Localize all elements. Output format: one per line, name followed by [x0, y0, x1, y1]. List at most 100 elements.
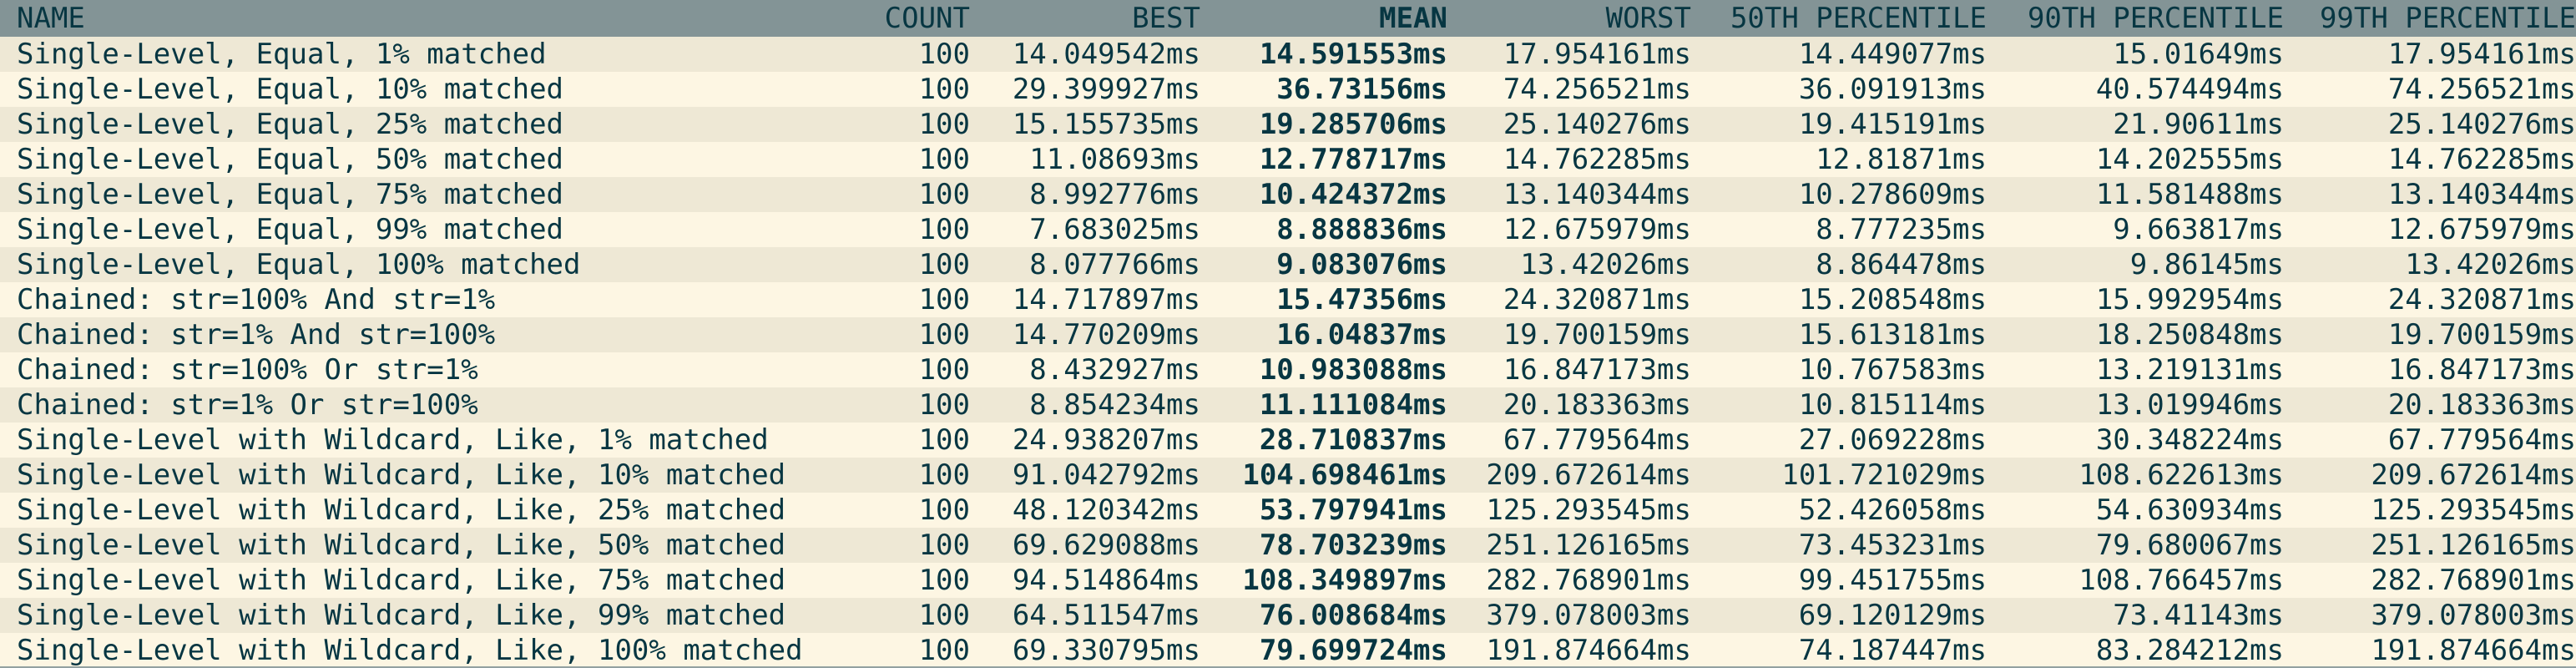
table-row[interactable]: Chained: str=1% And str=100% 100 14.770209… — [0, 317, 2576, 352]
cell-mean: 104.698461ms — [1242, 458, 1447, 492]
table-row[interactable]: Single-Level with Wildcard, Like, 1% mat… — [0, 423, 2576, 458]
cell-p90: 21.90611ms — [2113, 108, 2284, 141]
benchmark-results-table: NAME COUNT BEST MEAN WORST 50TH PERCENTI… — [0, 0, 2576, 668]
column-header-best[interactable]: BEST — [970, 0, 1200, 37]
cell-p99: 282.768901ms — [2371, 564, 2576, 597]
cell-p90: 40.574494ms — [2095, 73, 2284, 106]
cell-p50: 36.091913ms — [1798, 73, 1987, 106]
cell-count: 100 — [918, 388, 970, 422]
cell-name: Single-Level, Equal, 1% matched — [17, 38, 547, 71]
table-row[interactable]: Single-Level with Wildcard, Like, 50% ma… — [0, 528, 2576, 563]
table-row[interactable]: Single-Level, Equal, 50% matched 100 11.08… — [0, 142, 2576, 177]
cell-name: Single-Level, Equal, 50% matched — [17, 143, 564, 176]
cell-p90: 54.630934ms — [2095, 493, 2284, 527]
cell-count: 100 — [918, 599, 970, 632]
cell-worst: 67.779564ms — [1503, 423, 1691, 457]
cell-count: 100 — [918, 458, 970, 492]
cell-name: Chained: str=100% And str=1% — [17, 283, 496, 316]
cell-count: 100 — [918, 143, 970, 176]
cell-best: 8.992776ms — [1029, 178, 1200, 211]
cell-worst: 20.183363ms — [1503, 388, 1691, 422]
cell-name: Single-Level with Wildcard, Like, 1% mat… — [17, 423, 769, 457]
cell-best: 8.854234ms — [1029, 388, 1200, 422]
column-header-mean[interactable]: MEAN — [1200, 0, 1447, 37]
cell-best: 14.049542ms — [1012, 38, 1200, 71]
cell-p99: 16.847173ms — [2387, 353, 2576, 387]
cell-count: 100 — [918, 108, 970, 141]
cell-best: 24.938207ms — [1012, 423, 1200, 457]
cell-mean: 53.797941ms — [1259, 493, 1447, 527]
table-row[interactable]: Chained: str=100% Or str=1% 100 8.432927ms… — [0, 352, 2576, 387]
column-header-p99[interactable]: 99TH PERCENTILE — [2284, 0, 2576, 37]
cell-worst: 125.293545ms — [1486, 493, 1691, 527]
cell-p50: 73.453231ms — [1798, 529, 1987, 562]
column-header-name[interactable]: NAME — [0, 0, 860, 37]
cell-count: 100 — [918, 564, 970, 597]
cell-p99: 12.675979ms — [2387, 213, 2576, 246]
table-row[interactable]: Single-Level, Equal, 1% matched 100 14.049… — [0, 37, 2576, 72]
cell-count: 100 — [918, 493, 970, 527]
cell-name: Single-Level, Equal, 99% matched — [17, 213, 564, 246]
table-row[interactable]: Single-Level with Wildcard, Like, 99% ma… — [0, 598, 2576, 633]
cell-mean: 14.591553ms — [1259, 38, 1447, 71]
cell-name: Single-Level with Wildcard, Like, 100% m… — [17, 634, 803, 667]
cell-mean: 11.111084ms — [1259, 388, 1447, 422]
table-row[interactable]: Chained: str=100% And str=1% 100 14.717897… — [0, 282, 2576, 317]
column-header-p50[interactable]: 50TH PERCENTILE — [1691, 0, 1987, 37]
cell-worst: 209.672614ms — [1486, 458, 1691, 492]
table-row[interactable]: Single-Level with Wildcard, Like, 10% ma… — [0, 458, 2576, 493]
cell-p90: 18.250848ms — [2095, 318, 2284, 352]
cell-p50: 8.777235ms — [1816, 213, 1987, 246]
cell-p99: 14.762285ms — [2387, 143, 2576, 176]
table-row[interactable]: Single-Level with Wildcard, Like, 100% m… — [0, 633, 2576, 668]
table-row[interactable]: Single-Level, Equal, 10% matched 100 29.39… — [0, 72, 2576, 107]
cell-count: 100 — [918, 353, 970, 387]
cell-p50: 12.81871ms — [1816, 143, 1987, 176]
cell-best: 8.077766ms — [1029, 248, 1200, 281]
column-header-worst[interactable]: WORST — [1447, 0, 1691, 37]
cell-p99: 251.126165ms — [2371, 529, 2576, 562]
table-row[interactable]: Single-Level, Equal, 25% matched 100 15.15… — [0, 107, 2576, 142]
cell-best: 94.514864ms — [1012, 564, 1200, 597]
cell-best: 14.717897ms — [1012, 283, 1200, 316]
cell-p50: 14.449077ms — [1798, 38, 1987, 71]
cell-name: Single-Level, Equal, 75% matched — [17, 178, 564, 211]
cell-p99: 17.954161ms — [2387, 38, 2576, 71]
column-header-p90[interactable]: 90TH PERCENTILE — [1987, 0, 2284, 37]
cell-mean: 28.710837ms — [1259, 423, 1447, 457]
cell-p90: 108.766457ms — [2078, 564, 2284, 597]
cell-p90: 30.348224ms — [2095, 423, 2284, 457]
cell-p50: 99.451755ms — [1798, 564, 1987, 597]
cell-p50: 10.767583ms — [1798, 353, 1987, 387]
cell-p50: 10.278609ms — [1798, 178, 1987, 211]
cell-worst: 282.768901ms — [1486, 564, 1691, 597]
column-header-count[interactable]: COUNT — [860, 0, 970, 37]
cell-best: 91.042792ms — [1012, 458, 1200, 492]
table-row[interactable]: Single-Level, Equal, 100% matched 100 8.07… — [0, 247, 2576, 282]
cell-name: Chained: str=100% Or str=1% — [17, 353, 478, 387]
cell-name: Single-Level, Equal, 10% matched — [17, 73, 564, 106]
cell-p50: 74.187447ms — [1798, 634, 1987, 667]
cell-p90: 13.219131ms — [2095, 353, 2284, 387]
cell-count: 100 — [918, 529, 970, 562]
cell-name: Single-Level, Equal, 25% matched — [17, 108, 564, 141]
cell-p99: 24.320871ms — [2387, 283, 2576, 316]
cell-name: Chained: str=1% Or str=100% — [17, 388, 478, 422]
cell-p90: 79.680067ms — [2095, 529, 2284, 562]
cell-best: 8.432927ms — [1029, 353, 1200, 387]
cell-p90: 9.86145ms — [2129, 248, 2284, 281]
cell-p50: 15.613181ms — [1798, 318, 1987, 352]
cell-p90: 11.581488ms — [2095, 178, 2284, 211]
cell-worst: 379.078003ms — [1486, 599, 1691, 632]
cell-worst: 74.256521ms — [1503, 73, 1691, 106]
cell-count: 100 — [918, 213, 970, 246]
table-row[interactable]: Single-Level, Equal, 75% matched 100 8.992… — [0, 177, 2576, 212]
cell-p50: 69.120129ms — [1798, 599, 1987, 632]
cell-p90: 73.41143ms — [2113, 599, 2284, 632]
cell-count: 100 — [918, 318, 970, 352]
table-row[interactable]: Single-Level with Wildcard, Like, 75% ma… — [0, 563, 2576, 598]
table-row[interactable]: Single-Level, Equal, 99% matched 100 7.683… — [0, 212, 2576, 247]
cell-worst: 14.762285ms — [1503, 143, 1691, 176]
table-row[interactable]: Chained: str=1% Or str=100% 100 8.854234ms… — [0, 387, 2576, 423]
table-row[interactable]: Single-Level with Wildcard, Like, 25% ma… — [0, 493, 2576, 528]
